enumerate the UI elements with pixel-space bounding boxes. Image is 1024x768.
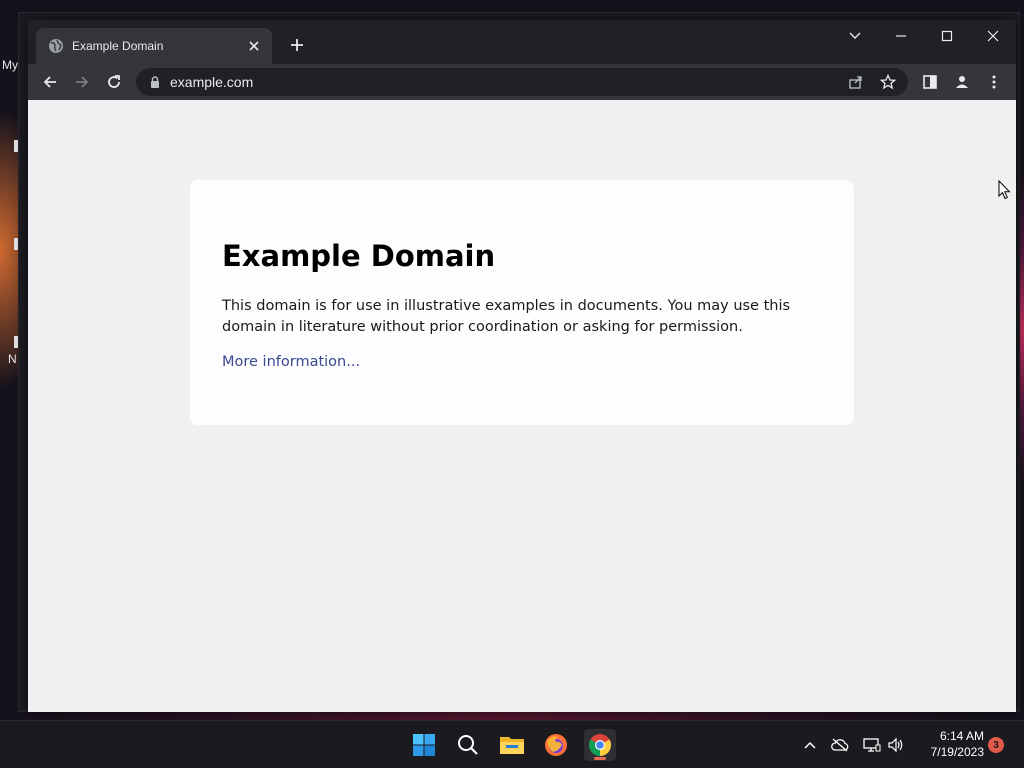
globe-icon — [48, 38, 64, 54]
kebab-menu-icon[interactable] — [982, 70, 1006, 94]
side-panel-icon[interactable] — [918, 70, 942, 94]
onedrive-icon[interactable] — [830, 735, 850, 755]
file-explorer-icon[interactable] — [496, 729, 528, 761]
clock-date: 7/19/2023 — [930, 745, 984, 759]
system-clock[interactable]: 6:14 AM 7/19/2023 — [912, 728, 984, 760]
chevron-up-icon[interactable] — [800, 735, 820, 755]
desktop-icon-label[interactable]: My — [2, 58, 18, 72]
close-icon[interactable] — [246, 38, 262, 54]
windows-start-icon[interactable] — [408, 729, 440, 761]
profile-icon[interactable] — [950, 70, 974, 94]
url-text[interactable]: example.com — [170, 74, 253, 90]
taskbar: 6:14 AM 7/19/2023 3 — [0, 720, 1024, 768]
volume-icon[interactable] — [886, 735, 906, 755]
content-card: Example Domain This domain is for use in… — [190, 180, 854, 425]
network-icon[interactable] — [862, 735, 882, 755]
more-information-link[interactable]: More information... — [222, 354, 360, 370]
tab-title: Example Domain — [72, 39, 164, 53]
reload-icon[interactable] — [102, 70, 126, 94]
browser-window: Example Domain example.com Example Domai… — [28, 20, 1016, 712]
maximize-icon[interactable] — [932, 24, 962, 48]
chrome-icon[interactable] — [584, 729, 616, 761]
plus-icon[interactable] — [286, 34, 308, 56]
desktop-icon-label[interactable]: N — [8, 352, 17, 366]
page-paragraph: This domain is for use in illustrative e… — [222, 298, 791, 335]
tab-strip: Example Domain — [28, 20, 1016, 64]
arrow-left-icon[interactable] — [38, 70, 62, 94]
clock-time: 6:14 AM — [939, 729, 984, 743]
share-icon[interactable] — [844, 70, 868, 94]
page-title: Example Domain — [222, 239, 496, 273]
address-bar[interactable]: example.com — [136, 68, 908, 96]
star-icon[interactable] — [876, 70, 900, 94]
notification-badge[interactable]: 3 — [988, 737, 1004, 753]
search-icon[interactable] — [452, 729, 484, 761]
tab-search-icon[interactable] — [840, 24, 870, 48]
mouse-cursor-icon — [998, 180, 1011, 200]
minimize-icon[interactable] — [886, 24, 916, 48]
close-window-icon[interactable] — [978, 24, 1008, 48]
lock-icon[interactable] — [148, 75, 162, 89]
browser-toolbar: example.com — [28, 64, 1016, 100]
browser-tab[interactable]: Example Domain — [36, 28, 272, 64]
page-viewport: Example Domain This domain is for use in… — [28, 100, 1016, 712]
active-app-indicator — [594, 757, 606, 760]
arrow-right-icon[interactable] — [70, 70, 94, 94]
firefox-icon[interactable] — [540, 729, 572, 761]
